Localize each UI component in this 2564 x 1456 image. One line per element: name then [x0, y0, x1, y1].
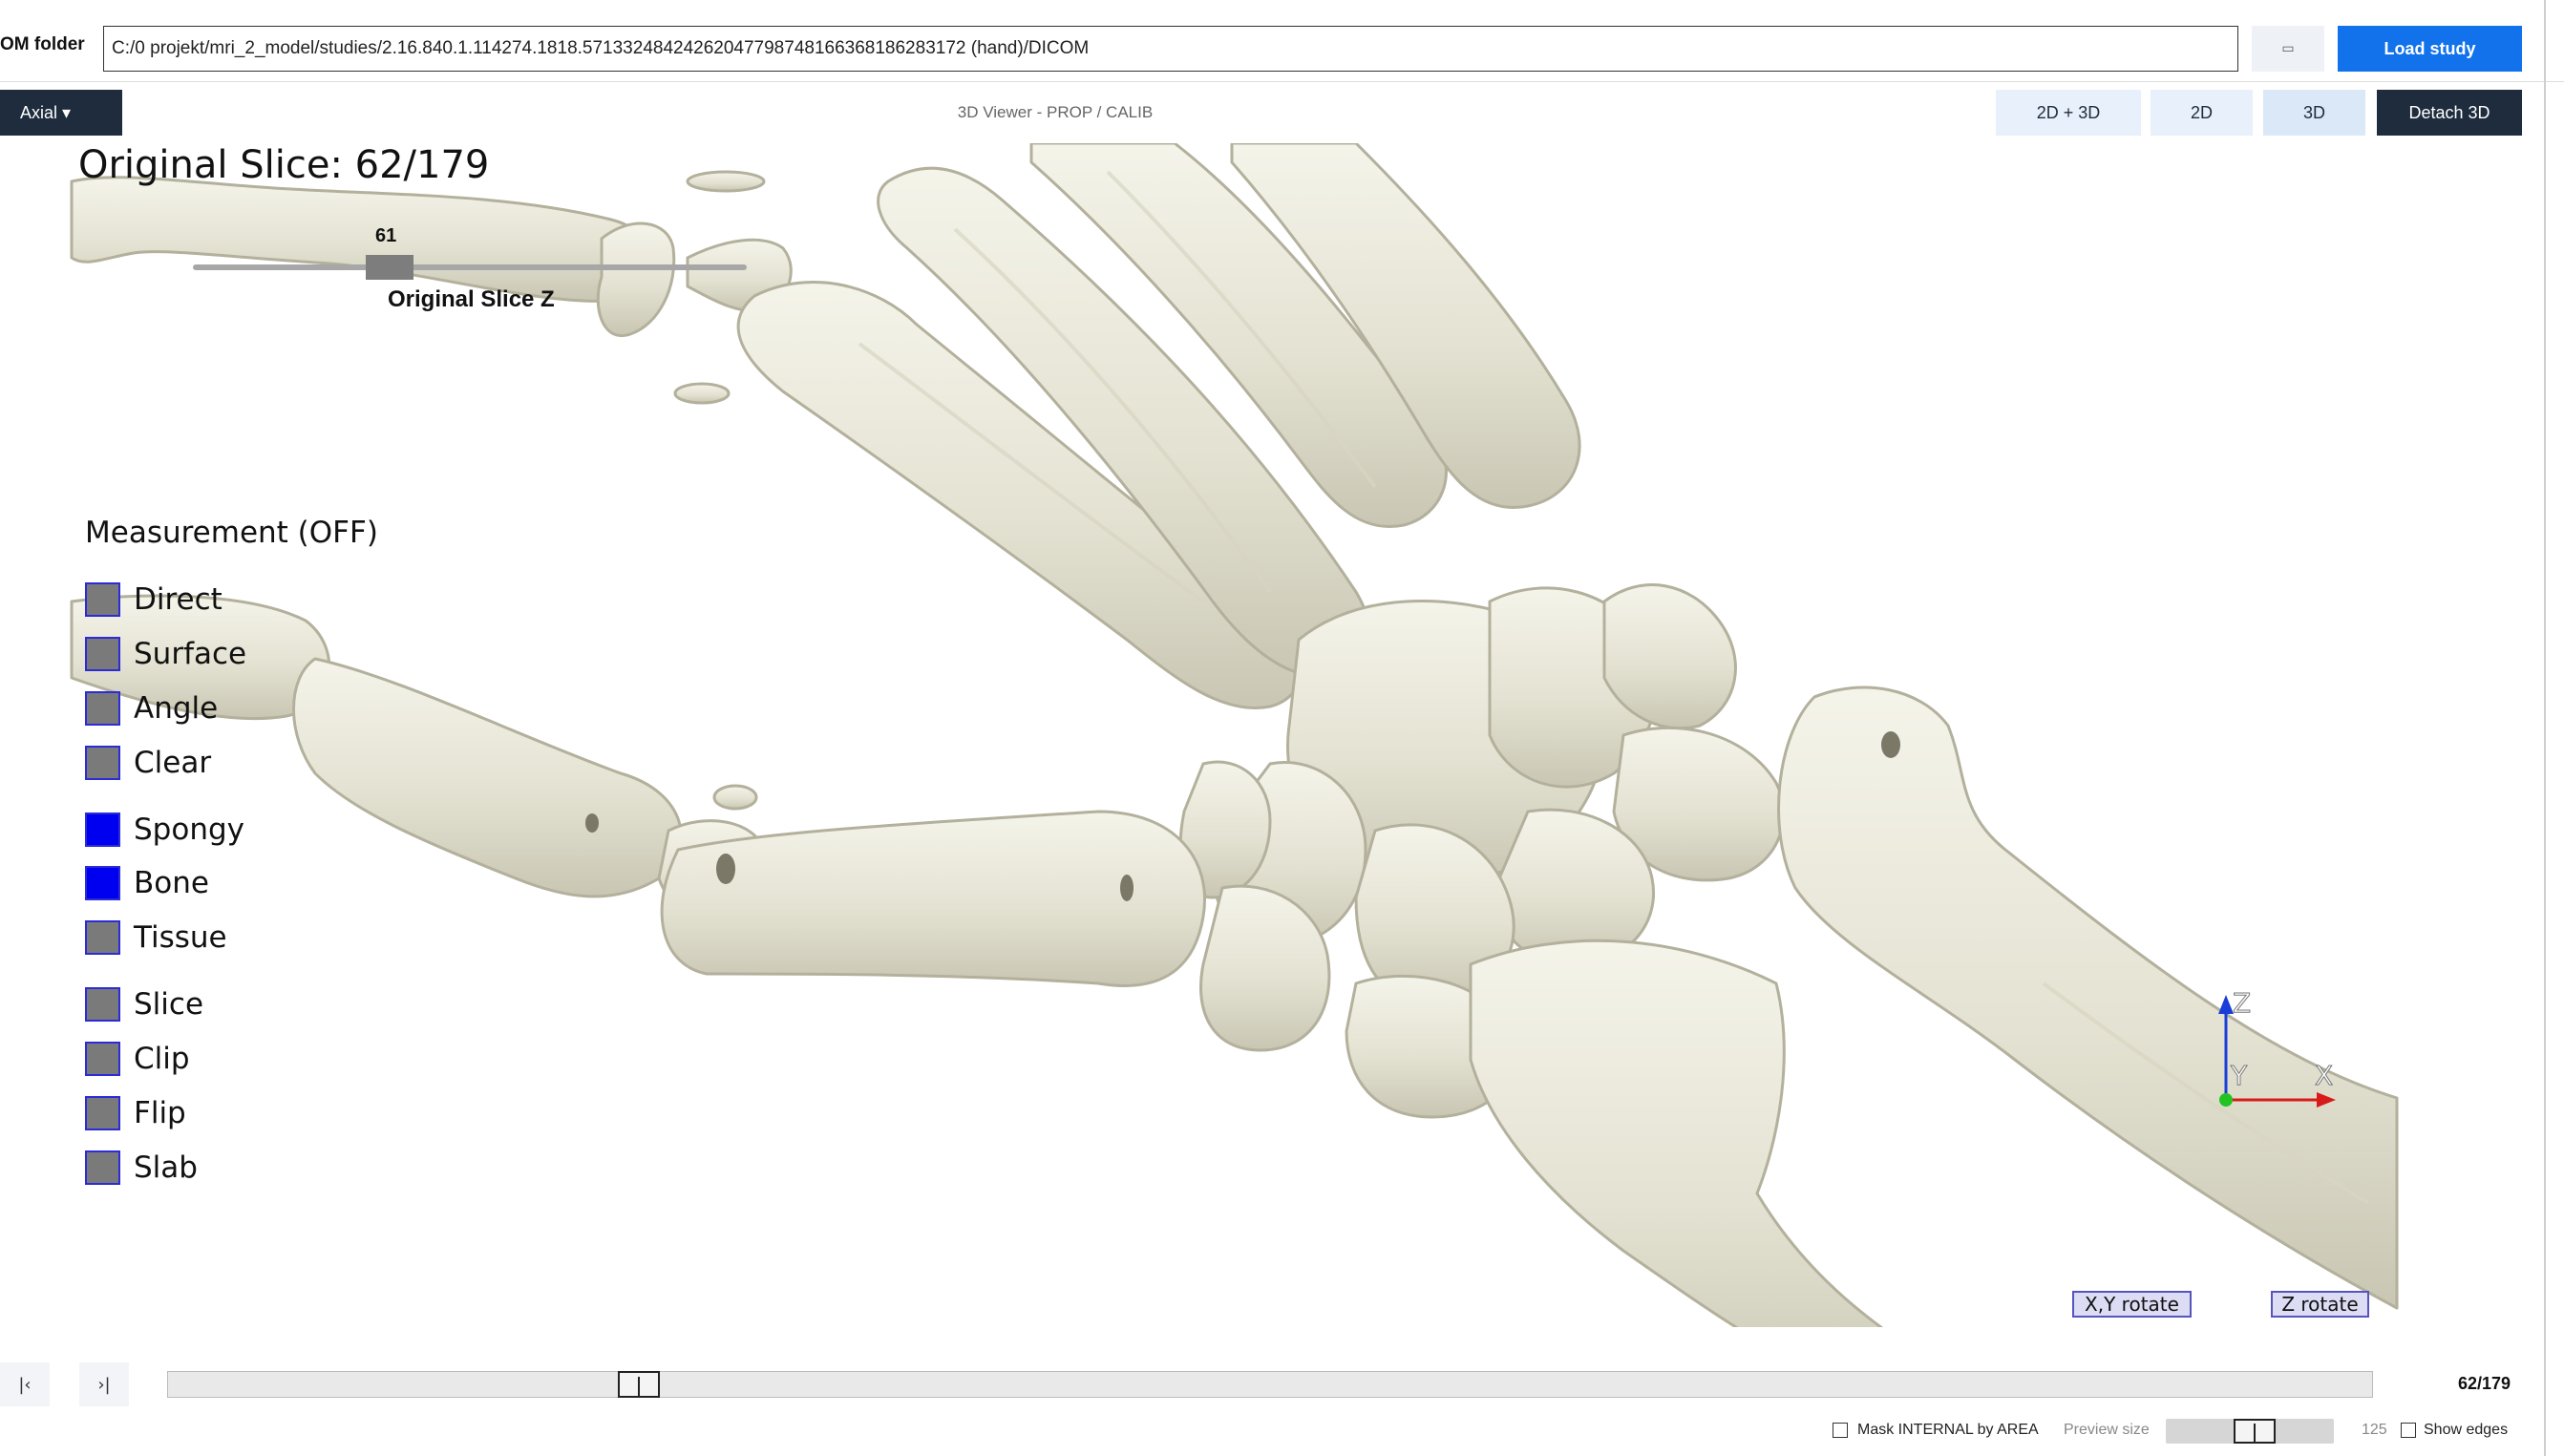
window-right-border	[2544, 0, 2546, 1456]
option-bone[interactable]: Bone	[85, 866, 209, 900]
option-checkbox[interactable]	[85, 920, 120, 955]
slice-counter: 62/179	[2458, 1374, 2511, 1393]
option-slice[interactable]: Slice	[85, 987, 203, 1022]
detach-3d-button[interactable]: Detach 3D	[2377, 90, 2522, 136]
mode-2d-3d-button[interactable]: 2D + 3D	[1996, 90, 2141, 136]
option-direct[interactable]: Direct	[85, 582, 222, 617]
dicom-folder-label: OM folder	[0, 34, 85, 54]
option-surface[interactable]: Surface	[85, 637, 246, 671]
xy-rotate-button[interactable]: X,Y rotate	[2072, 1291, 2192, 1318]
option-tissue[interactable]: Tissue	[85, 920, 227, 955]
option-flip[interactable]: Flip	[85, 1096, 186, 1130]
option-checkbox[interactable]	[85, 1042, 120, 1076]
first-slice-button[interactable]: |‹	[0, 1362, 50, 1406]
last-slice-button[interactable]: ›|	[79, 1362, 129, 1406]
orientation-axes-widget: Z Y X	[2218, 989, 2336, 1108]
y-axis-label: Y	[2230, 1060, 2248, 1091]
folder-icon: ▭	[2281, 41, 2295, 56]
show-edges-checkbox[interactable]	[2401, 1423, 2416, 1438]
option-label: Flip	[134, 1096, 186, 1130]
option-checkbox[interactable]	[85, 582, 120, 617]
z-axis-arrow	[2218, 995, 2234, 1014]
original-slice-slider-value: 61	[375, 225, 397, 246]
option-checkbox[interactable]	[85, 987, 120, 1022]
preview-size-label: Preview size	[2064, 1422, 2150, 1438]
option-label: Direct	[134, 582, 222, 617]
original-slice-slider-track[interactable]	[193, 264, 747, 270]
option-checkbox[interactable]	[85, 1096, 120, 1130]
option-label: Clear	[134, 746, 212, 780]
option-label: Angle	[134, 691, 219, 726]
preview-size-slider-knob[interactable]	[2234, 1419, 2276, 1444]
original-slice-slider-knob[interactable]	[366, 255, 413, 280]
option-label: Slab	[134, 1150, 198, 1185]
z-axis-label: Z	[2233, 989, 2251, 1019]
option-label: Surface	[134, 637, 247, 671]
option-clip[interactable]: Clip	[85, 1042, 190, 1076]
preview-size-value: 125	[2362, 1422, 2387, 1438]
option-checkbox[interactable]	[85, 691, 120, 726]
show-edges-label: Show edges	[2424, 1422, 2509, 1438]
z-rotate-button[interactable]: Z rotate	[2271, 1291, 2369, 1318]
mode-2d-button[interactable]: 2D	[2151, 90, 2253, 136]
mask-internal-checkbox[interactable]	[1833, 1423, 1848, 1438]
original-slice-title: Original Slice: 62/179	[78, 143, 490, 187]
hand-bone-model	[70, 143, 2399, 1327]
option-checkbox[interactable]	[85, 866, 120, 900]
viewer-title: 3D Viewer - PROP / CALIB	[957, 103, 1154, 121]
option-label: Tissue	[134, 920, 227, 955]
browse-folder-button[interactable]: ▭	[2252, 26, 2324, 72]
option-checkbox[interactable]	[85, 1150, 120, 1185]
option-slab[interactable]: Slab	[85, 1150, 198, 1185]
top-toolbar: OM folder ▭ Load study	[0, 0, 2564, 82]
3d-viewport[interactable]: Original Slice: 62/179 61 Original Slice…	[0, 143, 2426, 1327]
option-label: Clip	[134, 1042, 190, 1076]
mode-3d-button[interactable]: 3D	[2263, 90, 2365, 136]
option-spongy[interactable]: Spongy	[85, 812, 244, 847]
option-label: Bone	[134, 866, 209, 900]
slice-slider-track[interactable]	[167, 1371, 2373, 1398]
slice-slider-knob[interactable]	[618, 1371, 660, 1398]
option-angle[interactable]: Angle	[85, 691, 218, 726]
option-checkbox[interactable]	[85, 746, 120, 780]
mask-internal-label: Mask INTERNAL by AREA	[1857, 1422, 2039, 1438]
original-slice-slider-label: Original Slice Z	[388, 286, 555, 312]
option-label: Slice	[134, 987, 204, 1022]
x-axis-label: X	[2315, 1060, 2333, 1091]
measurement-title: Measurement (OFF)	[85, 516, 378, 550]
x-axis-arrow	[2317, 1092, 2336, 1108]
option-label: Spongy	[134, 812, 244, 847]
option-checkbox[interactable]	[85, 637, 120, 671]
dicom-path-input[interactable]	[103, 26, 2238, 72]
load-study-button[interactable]: Load study	[2338, 26, 2522, 72]
option-clear[interactable]: Clear	[85, 746, 211, 780]
y-axis-dot	[2219, 1093, 2233, 1107]
option-checkbox[interactable]	[85, 812, 120, 847]
